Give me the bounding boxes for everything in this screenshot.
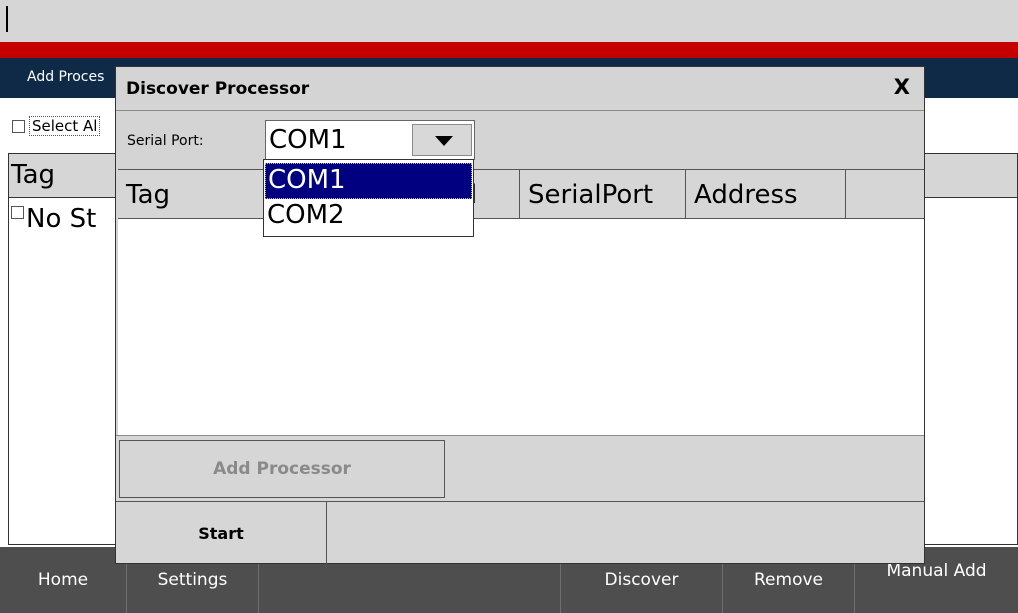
start-button[interactable]: Start [116,502,327,564]
serial-port-label: Serial Port: [127,133,204,149]
table-row: No St [11,204,96,234]
discover-processor-dialog: Discover Processor X Serial Port: COM1 T… [115,66,925,564]
column-header-address: Address [686,170,846,218]
breadcrumb: Add Proces [27,69,105,85]
discovered-table-body [118,219,924,435]
start-row: Start [116,501,924,564]
column-header-extra [846,170,924,218]
add-processor-row: Add Processor [116,435,924,501]
serial-port-row: Serial Port: COM1 [116,111,924,167]
select-all-label: Select Al [29,116,101,136]
top-bar [0,0,1018,42]
port-option-com2[interactable]: COM2 [265,199,472,235]
row-checkbox[interactable] [11,206,24,219]
accent-bar [0,42,1018,58]
dialog-title-bar: Discover Processor X [116,67,924,111]
tab-home[interactable]: Home [0,547,127,613]
serial-port-value: COM1 [269,125,347,155]
add-processor-button[interactable]: Add Processor [119,440,445,498]
empty-row-text: No St [26,204,97,234]
select-all-checkbox[interactable]: Select Al [12,116,101,136]
chevron-down-icon[interactable] [412,124,472,156]
checkbox-box[interactable] [12,119,25,133]
dialog-title: Discover Processor [126,79,310,99]
port-option-com1[interactable]: COM1 [265,163,472,199]
serial-port-select[interactable]: COM1 [265,120,475,160]
text-caret [6,6,8,32]
serial-port-dropdown: COM1 COM2 [263,159,474,237]
column-header-serialport: SerialPort [520,170,686,218]
discovered-table-header: Tag l SerialPort Address [118,169,924,219]
close-button[interactable]: X [894,75,910,99]
column-header-tag: Tag [11,160,56,190]
